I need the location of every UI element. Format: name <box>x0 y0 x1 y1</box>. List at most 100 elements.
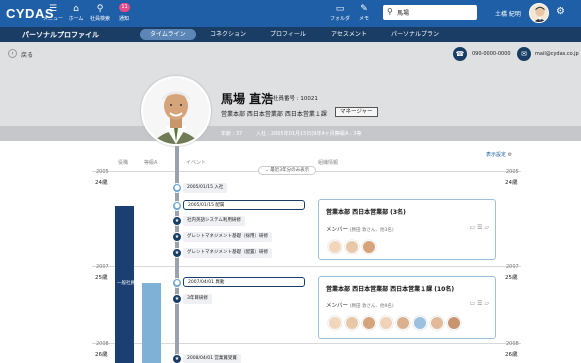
year-label: 2008 <box>506 341 519 347</box>
members-label: メンバー <box>326 227 349 233</box>
year-label: 2005 <box>506 169 519 175</box>
star-icon: ★ <box>172 216 182 226</box>
timeline-event[interactable]: グレントマネジメント基礎（配置）研修 <box>183 248 272 258</box>
timeline-event[interactable]: 2005/01/15 入社 <box>183 183 228 193</box>
timeline-event[interactable]: 社内英語システム利用研修 <box>183 216 245 226</box>
people-search-icon: ⚲ <box>96 4 104 14</box>
profile-name: 馬場 直浩 <box>221 92 274 106</box>
search-box: ⚲ <box>383 5 477 20</box>
search-icon[interactable]: ⚲ <box>387 7 393 16</box>
org-card-members: メンバー (勝田 敦さん、他9名) <box>326 301 394 309</box>
timeline-event[interactable]: 2007/04/01 異動 <box>183 277 305 287</box>
org-card-title: 営業本部 西日本営業部 (3名) <box>326 209 406 216</box>
phone-number[interactable]: 090-0000-0000 <box>472 51 511 57</box>
settings-gear-icon[interactable]: ⚙ <box>556 6 565 17</box>
age-label: 26歳 <box>95 352 108 358</box>
member-avatar[interactable] <box>430 316 444 330</box>
folder-icon: ▭ <box>335 4 345 14</box>
top-navbar: CYDAS ☰ メニュー ⌂ ホーム ⚲ 社員検索 11 . 通知 ▭ フォルダ… <box>0 0 581 27</box>
member-avatar[interactable] <box>362 240 376 254</box>
age-label: 24歳 <box>95 180 108 186</box>
location-icon: ⬤ <box>172 183 182 193</box>
section-title: パーソナルプロファイル <box>22 31 99 39</box>
recent-3-years-toggle[interactable]: ⌄ 最近3年分のみ表示 <box>258 166 317 175</box>
members-label: メンバー <box>326 303 349 309</box>
joined-info: 入社 : 2005年01月15日(9年4ヶ月) <box>256 131 337 137</box>
col-header-grade: 等級A <box>144 160 158 166</box>
member-avatar[interactable] <box>447 316 461 330</box>
role-badge: マネージャー <box>335 107 378 117</box>
tab-connection[interactable]: コネクション <box>200 29 256 40</box>
age-label: 24歳 <box>505 180 518 186</box>
col-header-position: 役職 <box>118 160 129 166</box>
nav-folder[interactable]: ▭ フォルダ <box>327 3 353 25</box>
member-avatar[interactable] <box>413 316 427 330</box>
memo-icon: ✎ <box>360 4 368 14</box>
year-label: 2007 <box>506 264 519 270</box>
tab-timeline[interactable]: タイムライン <box>140 29 196 40</box>
age-label: 25歳 <box>505 275 518 281</box>
members-sub: (勝田 敦さん、他3名) <box>349 228 394 233</box>
nav-label: ホーム <box>68 16 84 22</box>
profile-photo <box>141 76 211 146</box>
org-card[interactable]: 営業本部 西日本営業部 西日本営業１課 (10名) メンバー (勝田 敦さん、他… <box>318 276 496 339</box>
org-card[interactable]: 営業本部 西日本営業部 (3名) メンバー (勝田 敦さん、他3名) ▭ ☰ ▱ <box>318 199 496 260</box>
org-card-title: 営業本部 西日本営業部 西日本営業１課 (10名) <box>326 286 455 293</box>
user-avatar[interactable] <box>529 3 549 23</box>
card-action-icons[interactable]: ▭ ☰ ▱ <box>470 224 489 231</box>
timeline-event[interactable]: 2005/01/15 配属 <box>183 200 305 210</box>
gear-icon: ⚙ <box>507 152 513 158</box>
star-icon: ★ <box>172 232 182 242</box>
toggle-label: 最近3年分のみ表示 <box>270 168 310 173</box>
phone-icon[interactable]: ☎ <box>453 47 467 61</box>
tab-personal-plan[interactable]: パーソナルプラン <box>381 29 449 40</box>
member-avatar[interactable] <box>396 316 410 330</box>
member-avatar[interactable] <box>362 316 376 330</box>
age-info: 年齢 : 37 <box>221 131 243 137</box>
member-avatar[interactable] <box>379 316 393 330</box>
member-avatar[interactable] <box>345 316 359 330</box>
nav-people-search[interactable]: ⚲ 社員検索 <box>87 3 113 25</box>
back-link[interactable]: 戻る <box>21 50 33 59</box>
timeline-event[interactable]: 2008/04/01 営業賞受賞 <box>183 354 241 363</box>
mail-icon[interactable]: ✉ <box>517 47 531 61</box>
org-card-members: メンバー (勝田 敦さん、他3名) <box>326 225 394 233</box>
nav-label: メモ <box>358 16 369 22</box>
member-avatar[interactable] <box>328 240 342 254</box>
tab-profile[interactable]: プロフィール <box>260 29 316 40</box>
year-divider <box>92 266 521 267</box>
location-icon: ⬤ <box>172 278 182 288</box>
year-label: 2007 <box>96 264 109 270</box>
location-icon: ⬤ <box>172 201 182 211</box>
member-avatar[interactable] <box>328 316 342 330</box>
mail-address[interactable]: mail@cydas.co.jp <box>535 51 579 57</box>
member-avatar[interactable] <box>345 240 359 254</box>
tab-assessment[interactable]: アセスメント <box>321 29 377 40</box>
nav-label: 社員検索 <box>89 16 110 22</box>
card-action-icons[interactable]: ▭ ☰ ▱ <box>470 300 489 307</box>
user-name[interactable]: 土橋 紀明 <box>495 9 521 18</box>
col-header-organization: 組織情報 <box>318 160 339 166</box>
search-input[interactable] <box>397 7 473 18</box>
nav-home[interactable]: ⌂ ホーム <box>63 3 89 25</box>
age-label: 25歳 <box>95 275 108 281</box>
display-settings-link[interactable]: 表示設定 ⚙ <box>486 151 512 158</box>
timeline-event[interactable]: 3年目研修 <box>183 294 212 304</box>
nav-label: フォルダ <box>329 16 350 22</box>
grade-info: 等級A : 3等 <box>335 131 362 137</box>
grade-bar <box>142 283 161 363</box>
notification-badge: 11 <box>119 3 130 12</box>
display-settings-label: 表示設定 <box>486 152 507 158</box>
profile-department: 営業本部 西日本営業部 西日本営業１課 <box>221 111 327 118</box>
nav-label: 通知 <box>118 16 129 22</box>
position-bar-label: 一般社員 <box>117 281 135 286</box>
home-icon: ⌂ <box>73 4 79 14</box>
star-icon: ★ <box>172 294 182 304</box>
nav-notifications[interactable]: 11 . 通知 <box>111 3 137 25</box>
back-arrow-icon[interactable]: ‹ <box>8 49 17 58</box>
year-label: 2008 <box>96 341 109 347</box>
timeline-event[interactable]: グレントマネジメント基礎（採用）研修 <box>183 232 272 242</box>
col-header-event: イベント <box>186 160 207 166</box>
nav-memo[interactable]: ✎ メモ <box>351 3 377 25</box>
year-label: 2005 <box>96 169 109 175</box>
